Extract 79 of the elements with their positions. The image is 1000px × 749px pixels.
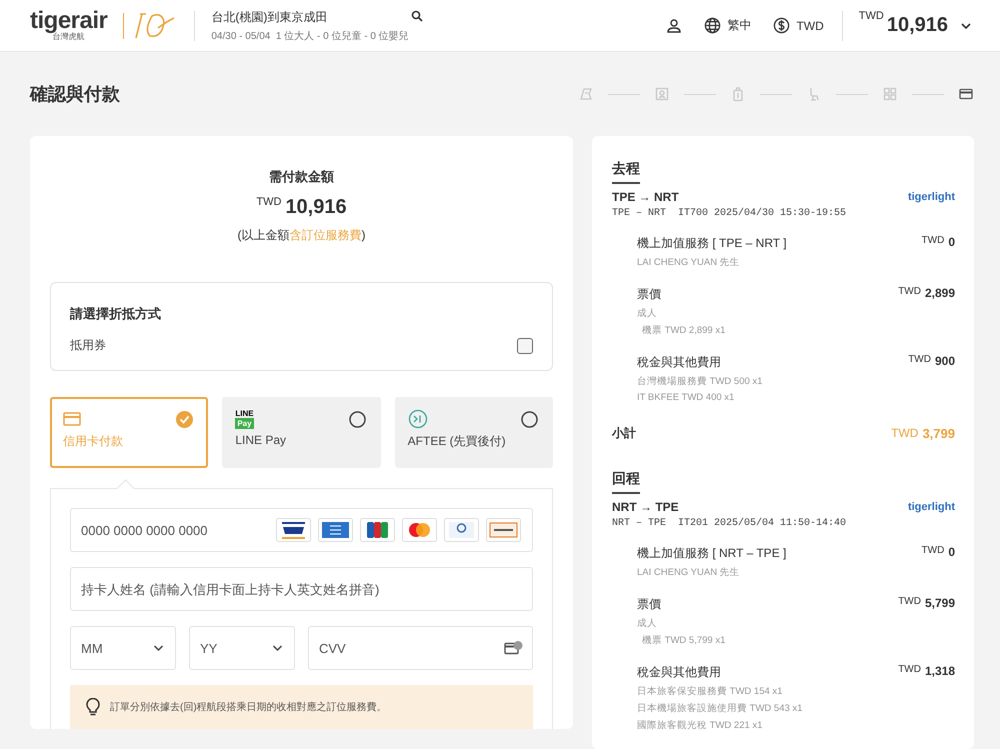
charge-detail: 國際旅客觀光稅 TWD 221 x1 [637, 719, 764, 732]
month-select[interactable]: MM [70, 626, 176, 670]
aftee-logo-icon [408, 409, 428, 429]
mastercard-icon [402, 518, 437, 542]
search-icon[interactable] [411, 10, 424, 22]
flight-route: TPE → NRT [612, 190, 679, 204]
cvv-card-icon [504, 640, 523, 656]
charge-detail: 成人 [637, 307, 658, 320]
lightbulb-icon [86, 698, 100, 716]
charge-amount: 0 [948, 235, 955, 249]
subtotal-amount: 3,799 [922, 426, 955, 441]
charge-title: 稅金與其他費用 [637, 664, 721, 681]
brand-logo[interactable]: tigerair [30, 10, 108, 32]
payment-method-option[interactable]: AFTEE (先買後付) [394, 397, 553, 468]
globe-icon[interactable] [704, 17, 722, 34]
charge-detail: IT BKFEE TWD 400 x1 [637, 392, 736, 403]
charge-title: 機上加值服務 [ NRT – TPE ] [637, 545, 786, 562]
leg-title: 去程 [612, 160, 640, 184]
trip-title[interactable]: 台北(桃園)到東京成田 [211, 8, 412, 26]
charge-currency: TWD [908, 354, 931, 365]
charge-detail: LAI CHENG YUAN 先生 [637, 566, 741, 579]
subtotal-label: 小計 [612, 425, 636, 442]
amount-currency: TWD [256, 196, 282, 208]
fare-brand: tigerlight [908, 191, 955, 203]
currency-selector[interactable]: TWD [796, 18, 824, 32]
charge-amount: 1,318 [924, 664, 955, 678]
total-amount[interactable]: 10,916 [886, 14, 948, 37]
charge-amount: 0 [948, 545, 955, 559]
charge-amount: 2,899 [924, 286, 955, 300]
amount-heading: 需付款金額 [269, 168, 334, 186]
cardholder-name-field[interactable]: 持卡人姓名 (請輸入信用卡面上持卡人英文姓名拼音) [70, 567, 533, 611]
fare-brand: tigerlight [908, 501, 955, 513]
chevron-down-icon[interactable] [960, 22, 972, 30]
discount-title: 請選擇折抵方式 [70, 305, 162, 323]
voucher-checkbox[interactable] [517, 338, 533, 354]
charge-title: 稅金與其他費用 [637, 354, 721, 371]
charge-amount: 900 [934, 354, 955, 368]
charge-currency: TWD [898, 664, 921, 675]
credit-card-icon [63, 412, 81, 426]
service-fee-notice: 訂單分別依據去(回)程航段搭乘日期的收相對應之訂位服務費。 [110, 700, 387, 714]
charge-detail: 成人 [637, 617, 658, 630]
user-icon[interactable] [666, 18, 682, 34]
charge-currency: TWD [898, 286, 921, 297]
charge-detail: 台灣機場服務費 TWD 500 x1 [637, 375, 764, 388]
radio-circle-icon [348, 411, 366, 428]
page-title: 確認與付款 [30, 83, 120, 106]
payment-method-option[interactable]: LINE Pay LINE Pay [222, 397, 381, 468]
voucher-label: 抵用券 [70, 337, 106, 354]
flight-details: TPE – NRT IT700 2025/04/30 15:30-19:55 [612, 208, 848, 219]
charge-currency: TWD [898, 596, 921, 607]
brand-subtitle: 台灣虎航 [52, 32, 85, 41]
charge-title: 機上加值服務 [ TPE – NRT ] [637, 235, 787, 252]
year-select[interactable]: YY [189, 626, 295, 670]
line-pay-logo: LINE Pay [235, 409, 254, 429]
trip-details: 04/30 - 05/04 1 位大人 - 0 位兒童 - 0 位嬰兒 [211, 30, 410, 42]
charge-amount: 5,799 [924, 596, 955, 610]
radio-circle-icon [520, 411, 538, 428]
total-currency: TWD [858, 10, 884, 22]
charge-title: 票價 [637, 286, 661, 303]
chevron-down-icon[interactable] [272, 644, 283, 652]
charge-currency: TWD [922, 235, 944, 246]
charge-detail: LAI CHENG YUAN 先生 [637, 256, 741, 269]
charge-detail: 日本旅客保安服務費 TWD 154 x1 [637, 685, 784, 698]
charge-detail: 機票 TWD 5,799 x1 [641, 634, 726, 647]
subtotal-currency: TWD [891, 426, 918, 440]
dollar-icon[interactable] [773, 17, 790, 34]
chevron-down-icon[interactable] [153, 644, 164, 652]
cvv-field[interactable]: CVV [308, 626, 533, 670]
leg-title: 回程 [612, 470, 640, 494]
charge-detail: 日本機場旅客設施使用費 TWD 543 x1 [637, 702, 804, 715]
charge-currency: TWD [922, 545, 944, 556]
amount-due: 10,916 [285, 196, 347, 219]
charge-detail: 機票 TWD 2,899 x1 [641, 324, 726, 337]
check-circle-icon [176, 411, 194, 428]
flight-details: NRT – TPE IT201 2025/05/04 11:50-14:40 [612, 518, 848, 529]
flight-route: NRT → TPE [612, 500, 679, 514]
charge-title: 票價 [637, 596, 661, 613]
amount-note: (以上金額含訂位服務費) [238, 227, 366, 244]
language-selector[interactable]: 繁中 [727, 17, 752, 34]
